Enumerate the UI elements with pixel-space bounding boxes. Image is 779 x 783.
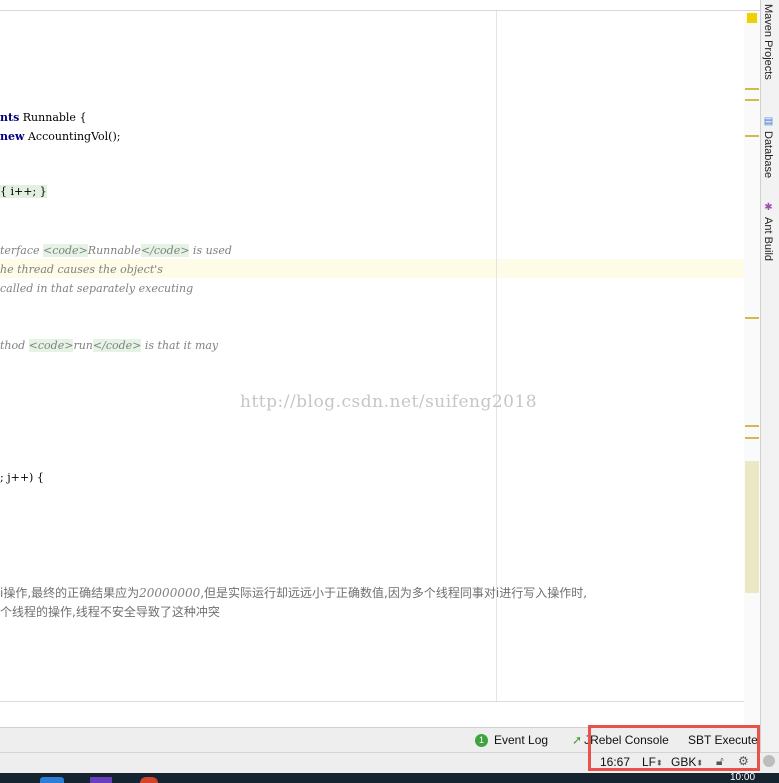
taskbar-app-icon[interactable]	[40, 777, 64, 783]
jrebel-icon: ➚	[572, 733, 583, 747]
editor-top-border	[0, 10, 760, 11]
comment-line: i操作,最终的正确结果应为20000000,但是实际运行却远远小于正确数值,因为…	[0, 586, 588, 600]
code-line: { i++; }	[0, 185, 47, 198]
annotation-highlight-box	[588, 725, 760, 771]
comment-line: thod <code>run</code> is that it may	[0, 339, 219, 352]
taskbar-app-icon[interactable]	[140, 777, 158, 783]
taskbar-app-icon[interactable]	[90, 777, 112, 783]
right-tool-strip	[760, 0, 779, 752]
ant-icon: ✱	[763, 202, 774, 213]
editor-bottom-border	[0, 701, 760, 702]
taskbar-clock: 10:00	[730, 772, 756, 783]
stripe-marker[interactable]	[745, 88, 759, 90]
comment-line: 个线程的操作,线程不安全导致了这种冲突	[0, 605, 220, 619]
stripe-marker[interactable]	[745, 135, 759, 137]
stripe-marker[interactable]	[745, 425, 759, 427]
database-icon: ▤	[763, 116, 774, 127]
memory-indicator-icon[interactable]	[763, 755, 775, 767]
comment-line: terface <code>Runnable</code> is used	[0, 244, 232, 257]
database-tab[interactable]: ▤Database	[762, 116, 774, 178]
comment-line: he thread causes the object's	[0, 263, 163, 276]
comment-line: called in that separately executing	[0, 282, 194, 295]
code-line: new AccountingVol();	[0, 130, 121, 143]
maven-projects-tab[interactable]: Maven Projects	[762, 4, 774, 80]
scrollbar-thumb[interactable]	[745, 461, 759, 593]
event-log-badge: 1	[475, 734, 488, 748]
ant-build-tab[interactable]: ✱Ant Build	[762, 202, 774, 261]
stripe-marker[interactable]	[745, 317, 759, 319]
code-line: ; j++) {	[0, 471, 44, 484]
stripe-marker[interactable]	[745, 99, 759, 101]
error-stripe[interactable]	[744, 11, 760, 727]
watermark: http://blog.csdn.net/suifeng2018	[240, 392, 538, 412]
code-editor[interactable]: nts Runnable { new AccountingVol(); { i+…	[0, 0, 760, 727]
event-log-button[interactable]: 1 Event Log	[475, 733, 548, 748]
stripe-marker[interactable]	[745, 437, 759, 439]
code-line: nts Runnable {	[0, 111, 87, 124]
os-taskbar	[0, 773, 779, 783]
warning-indicator-icon[interactable]	[747, 13, 757, 23]
